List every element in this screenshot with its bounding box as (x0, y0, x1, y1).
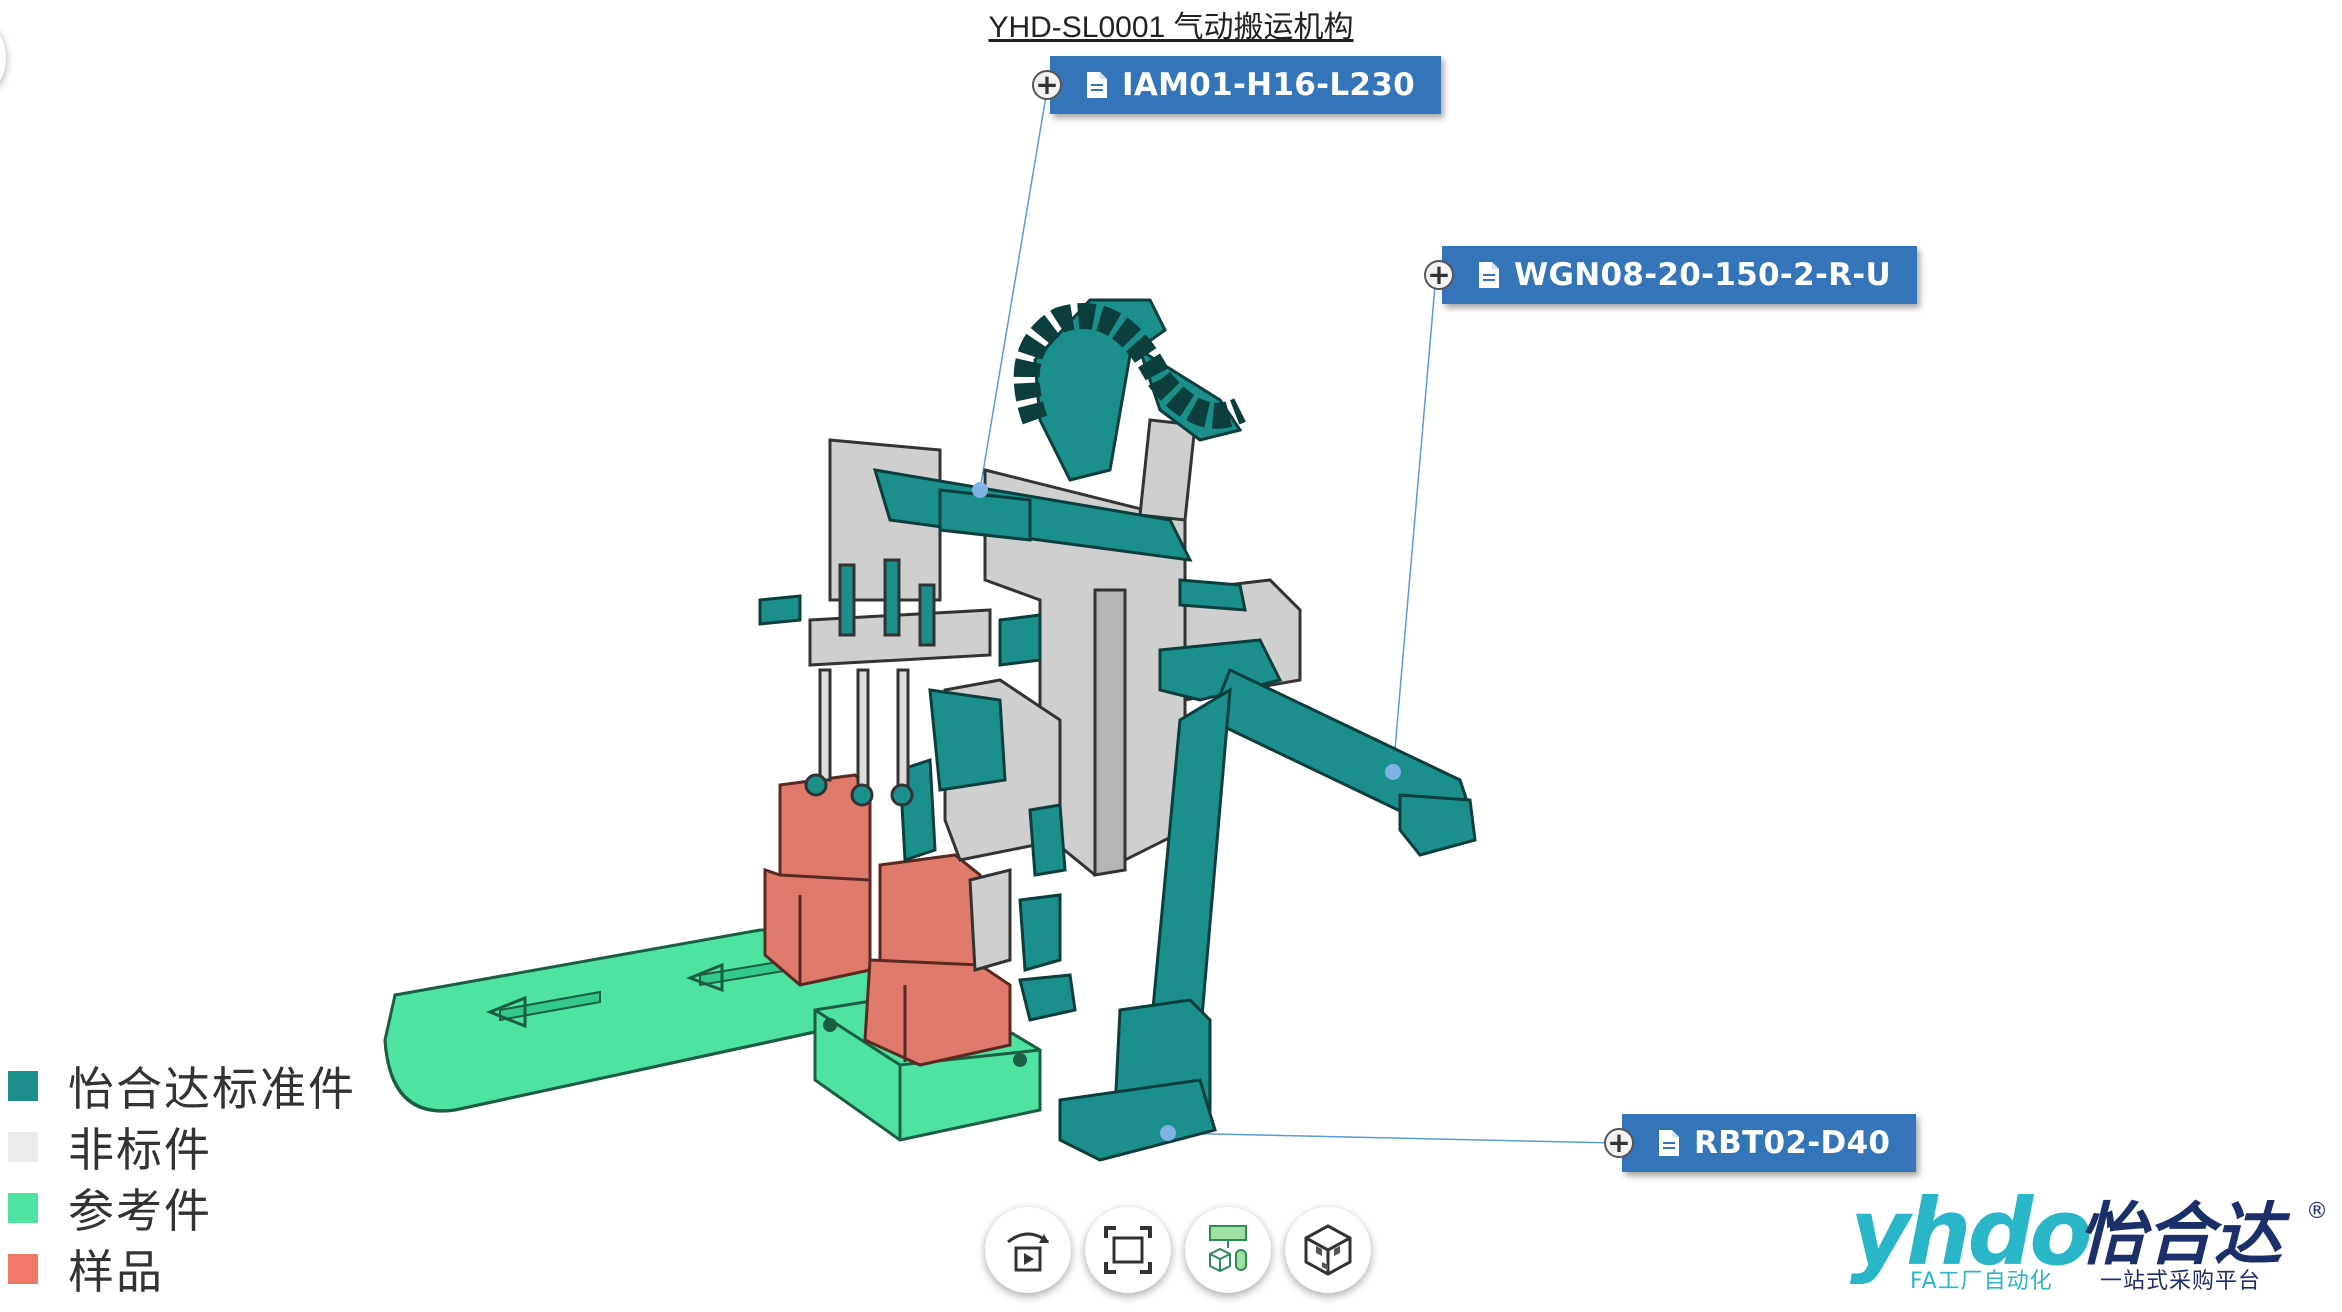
legend-label: 参考件 (68, 1183, 212, 1238)
svg-text:FA工厂自动化: FA工厂自动化 (1910, 1269, 2053, 1294)
auto-rotate-button[interactable] (985, 1207, 1071, 1293)
callout-label: IAM01-H16-L230 (1122, 67, 1415, 103)
legend-label: 样品 (68, 1244, 164, 1299)
callout-iam01[interactable]: + IAM01-H16-L230 (1032, 56, 1441, 114)
legend-item-reference: 参考件 (8, 1177, 356, 1238)
legend-item-standard: 怡合达标准件 (8, 1055, 356, 1116)
anchor-dot (972, 482, 988, 498)
legend-label: 非标件 (68, 1122, 212, 1177)
plus-circle-icon[interactable]: + (1032, 70, 1062, 100)
color-legend: 怡合达标准件 非标件 参考件 样品 (8, 1055, 356, 1299)
callout-rbt02[interactable]: + RBT02-D40 (1604, 1114, 1917, 1172)
document-icon (1479, 262, 1499, 288)
assembly-tree-button[interactable] (1185, 1207, 1271, 1293)
plus-circle-icon[interactable]: + (1604, 1128, 1634, 1158)
anchor-dot (1385, 764, 1401, 780)
document-icon (1659, 1130, 1679, 1156)
legend-label: 怡合达标准件 (68, 1061, 356, 1116)
leader-line (979, 83, 1049, 491)
explode-view-icon (1304, 1224, 1352, 1276)
legend-swatch (8, 1253, 38, 1284)
legend-item-sample: 样品 (8, 1238, 356, 1299)
legend-swatch (8, 1192, 38, 1223)
legend-swatch (8, 1070, 38, 1101)
leader-line (1167, 1132, 1617, 1144)
svg-text:®: ® (2306, 1199, 2328, 1224)
rotate-play-icon (1007, 1232, 1049, 1272)
anchor-dot (1160, 1125, 1176, 1141)
document-icon (1087, 72, 1107, 98)
fit-view-icon (1104, 1226, 1152, 1274)
fit-view-button[interactable] (1085, 1207, 1171, 1293)
legend-item-nonstandard: 非标件 (8, 1116, 356, 1177)
plus-circle-icon[interactable]: + (1424, 260, 1454, 290)
callout-wgn08[interactable]: + WGN08-20-150-2-R-U (1424, 246, 1917, 304)
leader-line (1392, 273, 1437, 773)
view-toolbar (985, 1207, 1371, 1293)
svg-text:一站式采购平台: 一站式采购平台 (2100, 1269, 2261, 1294)
legend-swatch (8, 1131, 38, 1162)
assembly-tree-icon (1209, 1225, 1247, 1273)
callout-label: WGN08-20-150-2-R-U (1514, 257, 1891, 293)
svg-text:怡合达: 怡合达 (2078, 1196, 2291, 1275)
callout-label: RBT02-D40 (1694, 1125, 1891, 1161)
yihada-logo: yhdo 怡合达 ® FA工厂自动化 一站式采购平台 (1850, 1179, 2328, 1294)
explode-view-button[interactable] (1285, 1207, 1371, 1293)
